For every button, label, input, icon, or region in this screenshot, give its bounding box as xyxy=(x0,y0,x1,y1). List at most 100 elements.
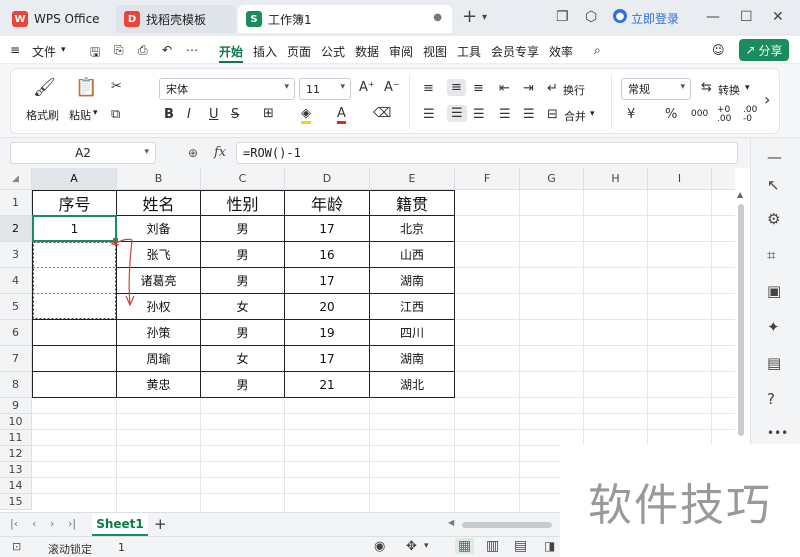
convert-label[interactable]: 转换 xyxy=(718,82,740,98)
menu-review[interactable]: 审阅 xyxy=(389,43,413,60)
border-icon[interactable]: ⊞ xyxy=(263,106,274,121)
header-cell[interactable]: 序号 xyxy=(33,191,116,215)
window-list-icon[interactable]: ❐ xyxy=(556,9,569,25)
menu-page[interactable]: 页面 xyxy=(287,43,311,60)
menu-insert[interactable]: 插入 xyxy=(253,43,277,60)
increase-font-icon[interactable]: A⁺ xyxy=(359,80,375,95)
page-break-view-icon[interactable]: ▤ xyxy=(514,538,527,554)
menu-home[interactable]: 开始 xyxy=(219,43,243,60)
data-cell[interactable]: 黄忠 xyxy=(117,372,200,397)
data-cell[interactable]: 男 xyxy=(201,372,284,397)
first-sheet-icon[interactable]: |‹ xyxy=(10,517,18,530)
tab-wps-office[interactable]: W WPS Office xyxy=(4,5,112,33)
data-cell[interactable]: 19 xyxy=(285,320,369,345)
data-cell[interactable]: 20 xyxy=(285,294,369,319)
data-cell[interactable]: 17 xyxy=(285,216,369,241)
chevron-down-icon[interactable]: ▾ xyxy=(424,541,429,551)
increase-decimal-icon[interactable]: +0.00 xyxy=(717,106,731,124)
paste-label[interactable]: 粘贴 xyxy=(69,107,91,123)
data-cell[interactable]: 周瑜 xyxy=(117,346,200,371)
justify-icon[interactable]: ☰ xyxy=(499,107,511,122)
header-cell[interactable]: 姓名 xyxy=(117,191,200,215)
share-button[interactable]: ↗ 分享 xyxy=(739,39,789,61)
align-right-icon[interactable]: ☰ xyxy=(473,107,485,122)
add-sheet-button[interactable]: + xyxy=(154,515,167,533)
decrease-decimal-icon[interactable]: .00 -0 xyxy=(743,106,757,124)
horizontal-scroll-thumb[interactable] xyxy=(462,522,552,528)
data-cell[interactable]: 诸葛亮 xyxy=(117,268,200,293)
undo-icon[interactable]: ↶ xyxy=(162,43,172,57)
align-top-icon[interactable]: ≡ xyxy=(423,81,434,96)
chevron-down-icon[interactable]: ▾ xyxy=(590,109,595,119)
convert-icon[interactable]: ⇆ xyxy=(701,80,712,95)
bold-button[interactable]: B xyxy=(164,107,174,122)
layout-icon[interactable]: ✥ xyxy=(406,539,417,554)
header-cell[interactable]: 性别 xyxy=(201,191,284,215)
scroll-up-icon[interactable]: ▲ xyxy=(737,190,743,199)
formula-input[interactable]: =ROW()-1 xyxy=(236,142,738,164)
chevron-down-icon[interactable]: ▾ xyxy=(482,12,487,23)
align-bottom-icon[interactable]: ≡ xyxy=(473,81,484,96)
chat-icon[interactable]: ☺ xyxy=(712,43,725,57)
image-icon[interactable]: ▣ xyxy=(767,282,781,300)
header-cell[interactable]: 籍贯 xyxy=(370,191,454,215)
chevron-down-icon[interactable]: ▾ xyxy=(745,83,750,93)
tools-icon[interactable]: ✦ xyxy=(767,318,780,336)
cube-icon[interactable]: ⬡ xyxy=(585,9,597,25)
macro-icon[interactable]: ⊡ xyxy=(12,540,21,553)
close-icon[interactable]: ✕ xyxy=(772,9,784,25)
currency-button[interactable]: ¥ xyxy=(627,107,635,122)
menu-efficiency[interactable]: 效率 xyxy=(549,43,573,60)
search-icon[interactable]: ⌕ xyxy=(594,43,601,58)
header-cell[interactable]: 年龄 xyxy=(285,191,369,215)
data-cell[interactable]: 四川 xyxy=(370,320,454,345)
scroll-left-icon[interactable]: ◀ xyxy=(448,518,454,527)
strikethrough-icon[interactable]: S xyxy=(231,107,239,122)
align-left-icon[interactable]: ☰ xyxy=(423,107,435,122)
chevron-down-icon[interactable]: ▾ xyxy=(93,108,98,118)
chevron-down-icon[interactable]: ▾ xyxy=(61,45,66,55)
name-box[interactable]: A2 ▾ xyxy=(10,142,156,164)
chevron-right-icon[interactable]: › xyxy=(764,90,770,109)
next-sheet-icon[interactable]: › xyxy=(50,517,54,530)
hamburger-icon[interactable]: ≡ xyxy=(10,43,20,57)
scroll-thumb[interactable] xyxy=(738,204,744,436)
print-icon[interactable]: ⎙ xyxy=(138,43,148,58)
minimize-icon[interactable]: — xyxy=(706,9,720,25)
book-icon[interactable]: ▤ xyxy=(767,354,781,372)
underline-button[interactable]: U xyxy=(209,107,219,122)
data-cell[interactable]: 女 xyxy=(201,346,284,371)
data-cell[interactable]: 男 xyxy=(201,242,284,267)
number-format-select[interactable]: 常规 ▾ xyxy=(621,78,691,100)
more-icon[interactable]: ••• xyxy=(767,426,788,440)
data-cell[interactable]: 女 xyxy=(201,294,284,319)
copy-icon[interactable]: ⧉ xyxy=(111,107,120,122)
data-cell[interactable]: 男 xyxy=(201,268,284,293)
indent-decrease-icon[interactable]: ⇤ xyxy=(499,81,510,96)
adjust-icon[interactable]: ⚙ xyxy=(767,210,780,228)
data-cell[interactable]: 17 xyxy=(285,268,369,293)
align-center-icon[interactable]: ☰ xyxy=(447,105,467,122)
format-painter-icon[interactable]: 🖌 xyxy=(33,77,56,98)
sheet-tab-sheet1[interactable]: Sheet1 xyxy=(92,513,148,536)
data-cell[interactable]: 湖北 xyxy=(370,372,454,397)
reading-view-icon[interactable]: ◨ xyxy=(544,539,555,553)
decrease-font-icon[interactable]: A⁻ xyxy=(384,80,400,95)
data-cell[interactable]: 16 xyxy=(285,242,369,267)
data-cell[interactable]: 21 xyxy=(285,372,369,397)
select-cursor-icon[interactable]: ↖ xyxy=(767,176,780,194)
more-icon[interactable]: ⋯ xyxy=(186,43,198,57)
data-cell[interactable]: 17 xyxy=(285,346,369,371)
fx-icon[interactable]: fx xyxy=(214,145,226,160)
crop-icon[interactable]: ⌗ xyxy=(767,246,775,264)
data-cell[interactable]: 1 xyxy=(33,216,116,241)
font-color-icon[interactable]: A xyxy=(337,106,346,124)
data-cell[interactable]: 张飞 xyxy=(117,242,200,267)
collapse-icon[interactable]: — xyxy=(767,148,782,166)
menu-view[interactable]: 视图 xyxy=(423,43,447,60)
font-size-select[interactable]: 11 ▾ xyxy=(299,78,351,100)
maximize-icon[interactable]: ☐ xyxy=(740,9,753,25)
fill-color-icon[interactable]: ◈ xyxy=(301,106,311,124)
last-sheet-icon[interactable]: ›| xyxy=(68,517,76,530)
percent-button[interactable]: % xyxy=(665,107,677,122)
